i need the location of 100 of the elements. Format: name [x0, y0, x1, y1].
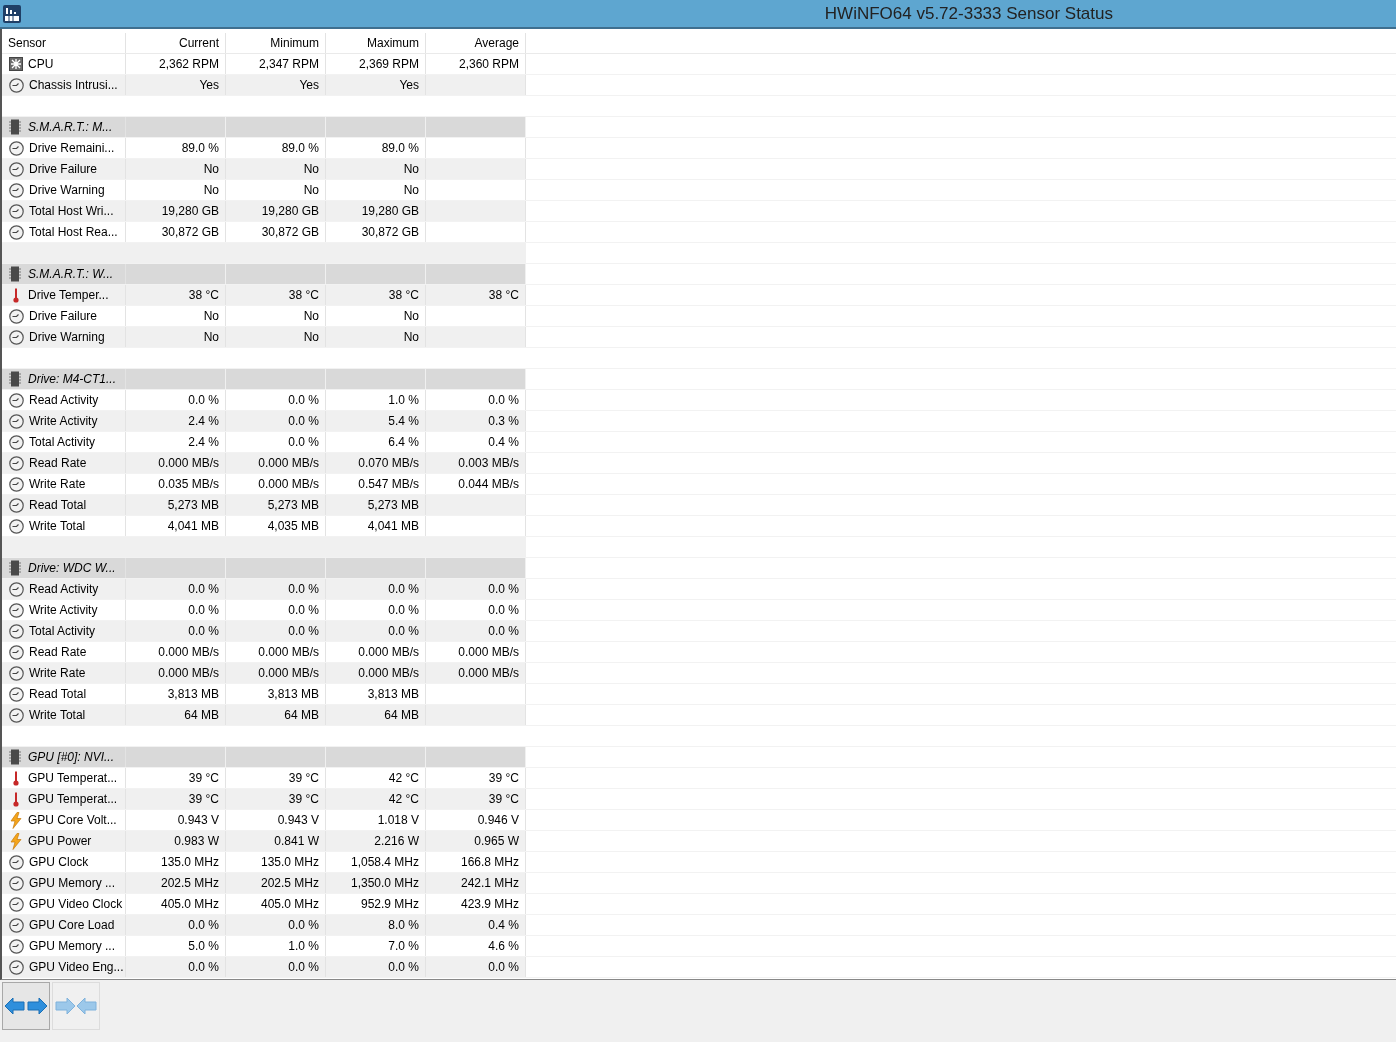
sensor-name: Chassis Intrusi... [29, 77, 118, 94]
clock-icon [9, 224, 24, 240]
sensor-value: 3,813 MB [167, 686, 219, 703]
lightning-icon [10, 811, 22, 829]
sensor-value: 0.000 MB/s [258, 665, 319, 682]
sensor-value: No [203, 329, 219, 346]
group-row[interactable]: S.M.A.R.T.: W... [2, 264, 526, 284]
sensor-value: 2,360 RPM [458, 56, 519, 73]
sensor-value: 0.0 % [288, 917, 319, 934]
group-row[interactable]: GPU [#0]: NVI... [2, 747, 526, 767]
sensor-value: 0.946 V [477, 812, 519, 829]
sensor-name: Write Total [29, 518, 86, 535]
sensor-name: Read Rate [29, 644, 87, 661]
sensor-name: Total Host Wri... [29, 203, 114, 220]
sensor-value: 0.0 % [288, 581, 319, 598]
sensor-name: GPU Core Volt... [28, 812, 117, 829]
sensor-name: Write Rate [29, 476, 86, 493]
chip-icon [9, 560, 21, 576]
sensor-value: 1,058.4 MHz [350, 854, 419, 871]
sensor-value: 0.0 % [488, 602, 519, 619]
clock-icon [9, 518, 24, 534]
sensor-name: GPU Core Load [29, 917, 115, 934]
sensor-name: Read Rate [29, 455, 87, 472]
sensor-value: 423.9 MHz [460, 896, 519, 913]
sensor-value: 5,273 MB [267, 497, 319, 514]
sensor-name: GPU Memory ... [29, 875, 115, 892]
sensor-name: Write Activity [29, 602, 98, 619]
sensor-value: 2,347 RPM [258, 56, 319, 73]
clock-icon [9, 392, 24, 408]
app-icon[interactable] [3, 4, 21, 23]
sensor-value: 0.0 % [488, 581, 519, 598]
sensor-value: 89.0 % [181, 140, 219, 157]
sensor-value: 39 °C [188, 770, 219, 787]
sensor-value: 4,041 MB [367, 518, 419, 535]
toolbar-button[interactable] [2, 982, 50, 1030]
sensor-value: 4,041 MB [167, 518, 219, 535]
sensor-value: 0.841 W [274, 833, 319, 850]
sensor-name: Drive Warning [29, 329, 105, 346]
sensor-value: 39 °C [188, 791, 219, 808]
clock-icon [9, 476, 24, 492]
clock-icon [9, 644, 24, 660]
sensor-name: Write Total [29, 707, 86, 724]
sensor-value: 0.000 MB/s [158, 455, 219, 472]
sensor-value: 0.0 % [288, 959, 319, 976]
sensor-value: 0.4 % [488, 434, 519, 451]
sensor-value: 0.000 MB/s [158, 644, 219, 661]
sensor-value: 0.3 % [488, 413, 519, 430]
sensor-value: 0.000 MB/s [258, 455, 319, 472]
group-row[interactable]: S.M.A.R.T.: M... [2, 117, 526, 137]
sensor-value: 0.000 MB/s [158, 665, 219, 682]
window-title: HWiNFO64 v5.72-3333 Sensor Status [824, 2, 1113, 25]
sensor-value: 42 °C [388, 791, 419, 808]
sensor-value: 5.0 % [188, 938, 219, 955]
sensor-value: 19,280 GB [161, 203, 219, 220]
sensor-value: 64 MB [284, 707, 319, 724]
sensor-value: 242.1 MHz [460, 875, 519, 892]
clock-icon [9, 182, 24, 198]
sensor-value: 8.0 % [388, 917, 419, 934]
column-header[interactable]: Minimum [226, 33, 326, 53]
sensor-value: No [403, 308, 419, 325]
column-header[interactable]: Sensor [2, 33, 126, 53]
sensor-value: 30,872 GB [261, 224, 319, 241]
sensor-value: 0.0 % [188, 959, 219, 976]
sensor-value: 1.0 % [388, 392, 419, 409]
sensor-value: 0.0 % [188, 581, 219, 598]
sensor-value: 5,273 MB [367, 497, 419, 514]
group-name: Drive: WDC W... [28, 560, 116, 577]
sensor-value: 0.044 MB/s [458, 476, 519, 493]
sensor-value: 5,273 MB [167, 497, 219, 514]
sensor-value: No [203, 161, 219, 178]
column-header[interactable]: Maximum [326, 33, 426, 53]
group-row[interactable]: Drive: M4-CT1... [2, 369, 526, 389]
sensor-value: No [403, 329, 419, 346]
sensor-value: 0.0 % [388, 602, 419, 619]
sensor-name: GPU Video Clock [29, 896, 123, 913]
clock-icon [9, 602, 24, 618]
sensor-value: 202.5 MHz [260, 875, 319, 892]
sensor-value: 0.0 % [288, 602, 319, 619]
sensor-value: 0.0 % [288, 413, 319, 430]
fan-icon [9, 57, 23, 71]
sensor-value: 39 °C [288, 791, 319, 808]
sensor-value: Yes [199, 77, 219, 94]
clock-icon [9, 938, 24, 954]
sensor-name: GPU Clock [29, 854, 89, 871]
group-row[interactable]: Drive: WDC W... [2, 558, 526, 578]
sensor-value: 30,872 GB [161, 224, 219, 241]
column-header[interactable]: Average [426, 33, 526, 53]
sensor-value: 1.018 V [377, 812, 419, 829]
sensor-name: GPU Power [28, 833, 92, 850]
column-header[interactable]: Current [126, 33, 226, 53]
sensor-value: 0.943 V [177, 812, 219, 829]
sensor-value: 64 MB [184, 707, 219, 724]
sensor-value: 405.0 MHz [160, 896, 219, 913]
clock-icon [9, 308, 24, 324]
arrows-apart-icon [4, 996, 48, 1016]
sensor-value: 38 °C [288, 287, 319, 304]
clock-icon [9, 686, 24, 702]
sensor-value: 0.965 W [474, 833, 519, 850]
sensor-name: Total Host Rea... [29, 224, 118, 241]
thermometer-icon [12, 791, 20, 807]
